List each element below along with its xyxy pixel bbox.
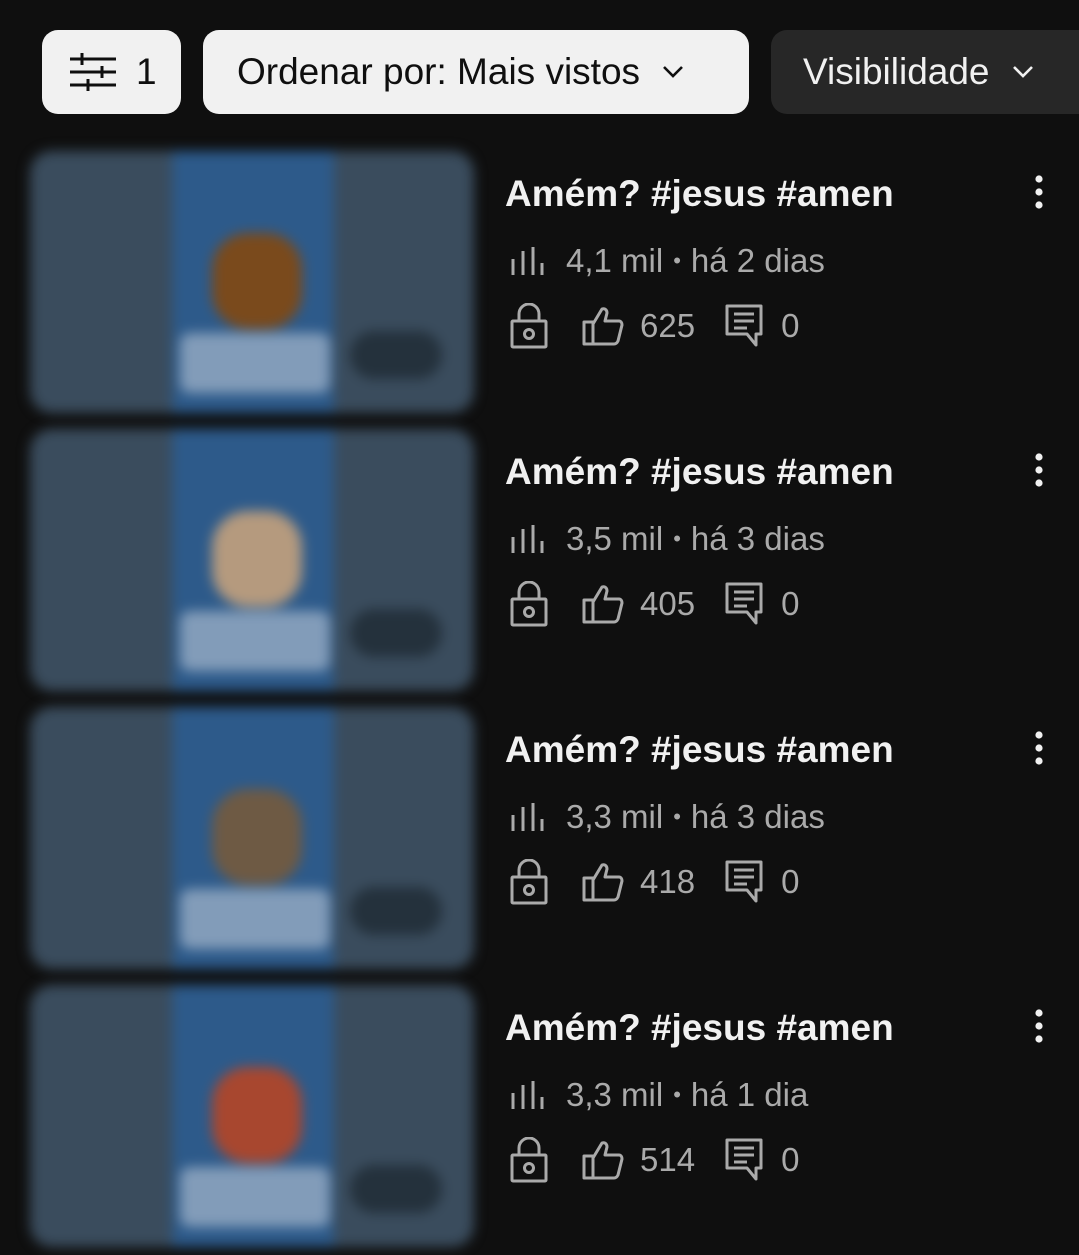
- upload-age: há 3 dias: [690, 798, 825, 835]
- duration-badge: [350, 1165, 442, 1213]
- comment-icon: [725, 582, 763, 626]
- video-stats: 418 0: [510, 857, 799, 907]
- more-vert-icon[interactable]: [1024, 1009, 1054, 1045]
- video-meta: 4,1 mil • há 2 dias: [510, 241, 825, 281]
- video-thumbnail[interactable]: [30, 151, 474, 413]
- sliders-icon: [68, 52, 118, 92]
- lock-icon: [510, 859, 548, 905]
- bar-chart-icon: [510, 802, 544, 832]
- chevron-down-icon: [662, 65, 684, 79]
- video-stats: 514 0: [510, 1135, 799, 1185]
- thumbnail-subject: [212, 233, 302, 329]
- thumb-up-icon: [582, 862, 624, 902]
- like-count: 514: [640, 1141, 696, 1178]
- visibility-label: Visibilidade: [803, 51, 990, 92]
- video-title[interactable]: Amém? #jesus #amen: [505, 1007, 894, 1049]
- view-count: 3,5 mil: [566, 520, 664, 557]
- separator: •: [673, 526, 681, 551]
- video-stats: 625 0: [510, 301, 799, 351]
- video-title[interactable]: Amém? #jesus #amen: [505, 173, 894, 215]
- comment-count: 0: [781, 1141, 800, 1178]
- visibility-dropdown[interactable]: Visibilidade: [771, 30, 1079, 114]
- video-row[interactable]: Amém? #jesus #amen 3,3 mil • há 3 dias 4…: [0, 707, 1079, 977]
- lock-icon: [510, 581, 548, 627]
- comment-icon: [725, 860, 763, 904]
- bar-chart-icon: [510, 1080, 544, 1110]
- video-thumbnail[interactable]: [30, 985, 474, 1247]
- video-meta: 3,5 mil • há 3 dias: [510, 519, 825, 559]
- thumb-up-icon: [582, 1140, 624, 1180]
- separator: •: [673, 248, 681, 273]
- video-stats: 405 0: [510, 579, 799, 629]
- more-vert-icon[interactable]: [1024, 731, 1054, 767]
- upload-age: há 2 dias: [690, 242, 825, 279]
- comment-count: 0: [781, 863, 800, 900]
- upload-age: há 1 dia: [690, 1076, 809, 1113]
- thumbnail-subject: [212, 789, 302, 885]
- video-thumbnail[interactable]: [30, 707, 474, 969]
- thumb-up-icon: [582, 306, 624, 346]
- duration-badge: [350, 887, 442, 935]
- sort-dropdown[interactable]: Ordenar por: Mais vistos: [203, 30, 749, 114]
- comment-icon: [725, 1138, 763, 1182]
- comment-count: 0: [781, 307, 800, 344]
- comment-icon: [725, 304, 763, 348]
- video-title[interactable]: Amém? #jesus #amen: [505, 729, 894, 771]
- filter-chip-bar: 1 Ordenar por: Mais vistos Visibilidade: [42, 30, 1079, 114]
- video-meta: 3,3 mil • há 3 dias: [510, 797, 825, 837]
- sort-label: Ordenar por: Mais vistos: [237, 51, 641, 92]
- more-vert-icon[interactable]: [1024, 175, 1054, 211]
- separator: •: [673, 804, 681, 829]
- separator: •: [673, 1082, 681, 1107]
- bar-chart-icon: [510, 246, 544, 276]
- video-row[interactable]: Amém? #jesus #amen 3,3 mil • há 1 dia 51…: [0, 985, 1079, 1255]
- video-row[interactable]: Amém? #jesus #amen 3,5 mil • há 3 dias 4…: [0, 429, 1079, 699]
- chevron-down-icon: [1012, 65, 1034, 79]
- like-count: 418: [640, 863, 696, 900]
- video-meta: 3,3 mil • há 1 dia: [510, 1075, 808, 1115]
- view-count: 4,1 mil: [566, 242, 664, 279]
- filter-count: 1: [136, 51, 157, 92]
- like-count: 405: [640, 585, 696, 622]
- upload-age: há 3 dias: [690, 520, 825, 557]
- comment-count: 0: [781, 585, 800, 622]
- view-count: 3,3 mil: [566, 798, 664, 835]
- thumb-up-icon: [582, 584, 624, 624]
- lock-icon: [510, 1137, 548, 1183]
- video-thumbnail[interactable]: [30, 429, 474, 691]
- video-title[interactable]: Amém? #jesus #amen: [505, 451, 894, 493]
- thumbnail-subject: [212, 1067, 302, 1163]
- view-count: 3,3 mil: [566, 1076, 664, 1113]
- lock-icon: [510, 303, 548, 349]
- duration-badge: [350, 331, 442, 379]
- bar-chart-icon: [510, 524, 544, 554]
- thumbnail-subject: [212, 511, 302, 607]
- more-vert-icon[interactable]: [1024, 453, 1054, 489]
- like-count: 625: [640, 307, 696, 344]
- filter-button[interactable]: 1: [42, 30, 181, 114]
- duration-badge: [350, 609, 442, 657]
- video-row[interactable]: Amém? #jesus #amen 4,1 mil • há 2 dias 6…: [0, 151, 1079, 421]
